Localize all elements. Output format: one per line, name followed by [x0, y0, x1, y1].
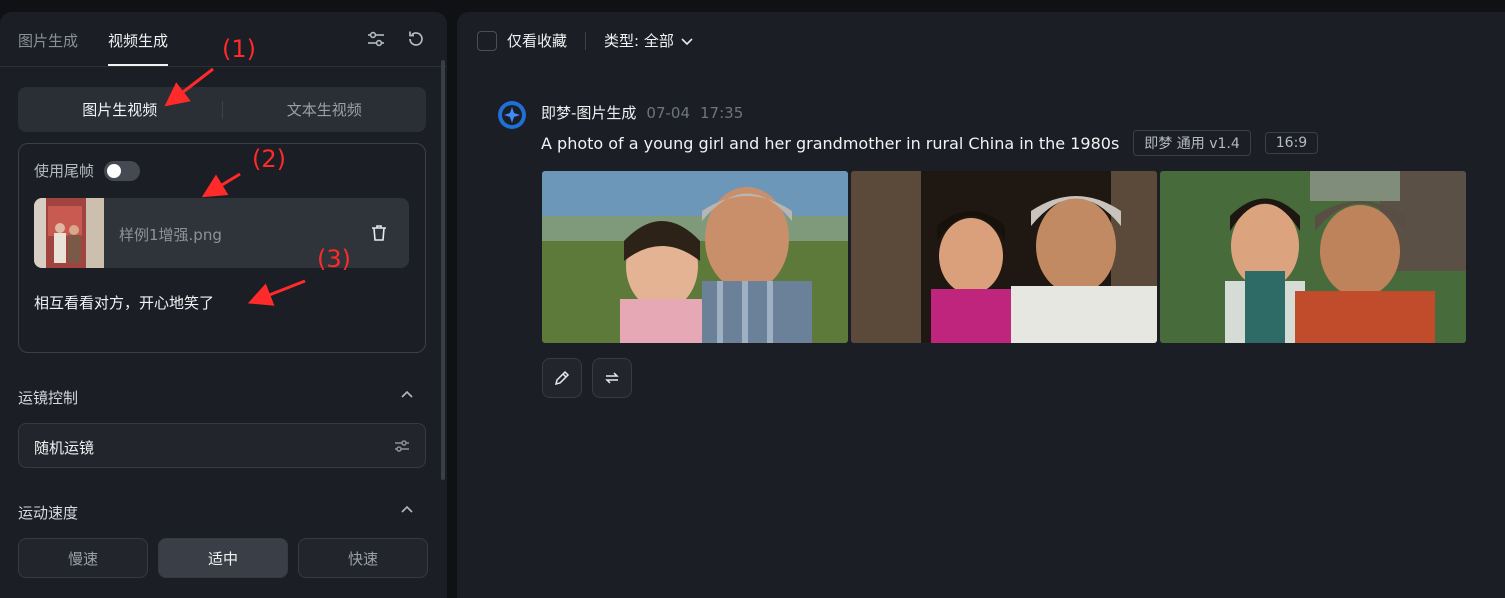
app-logo-icon [498, 101, 526, 129]
edit-button[interactable] [542, 358, 582, 398]
chevron-up-icon[interactable] [399, 502, 415, 518]
speed-title: 运动速度 [18, 504, 79, 522]
generated-image[interactable] [1160, 171, 1466, 343]
uploaded-image-thumbnail [34, 198, 104, 268]
mode-switch: 图片生视频 文本生视频 [18, 87, 426, 132]
prompt-box: 使用尾帧 样例1增强.png 相互看看对方，开心地笑了 [18, 143, 426, 353]
chevron-up-icon[interactable] [399, 387, 415, 403]
photo-girl-grandmother-field [542, 171, 848, 343]
chevron-down-icon[interactable] [680, 34, 694, 48]
camera-select[interactable]: 随机运镜 [18, 423, 426, 468]
tail-frame-row: 使用尾帧 [34, 160, 141, 181]
generation-panel: 图片生成 视频生成 图片生视频 文本生视频 使用尾帧 样例1增强.png 相互看… [0, 12, 447, 598]
uploaded-file-name: 样例1增强.png [119, 226, 222, 244]
speed-slow-button[interactable]: 慢速 [18, 538, 148, 578]
reset-icon[interactable] [405, 28, 427, 50]
photo-girl-grandmother-doorway [851, 171, 1157, 343]
refresh-arrows-icon [605, 372, 619, 384]
sliders-icon[interactable] [393, 437, 411, 455]
filter-separator [585, 31, 587, 50]
model-badge: 即梦 通用 v1.4 [1133, 130, 1251, 156]
message-time: 17:35 [700, 104, 744, 122]
pencil-icon [554, 370, 570, 386]
filter-bar: 仅看收藏 类型: 全部 [477, 30, 694, 51]
favorites-label[interactable]: 仅看收藏 [507, 30, 567, 51]
image-gallery [542, 171, 1466, 343]
message-date: 07-04 [646, 104, 691, 122]
uploaded-image-card: 样例1增强.png [34, 198, 409, 268]
annotation-label-2: (2) [252, 145, 286, 173]
panel-tools [365, 28, 427, 50]
tail-frame-label: 使用尾帧 [34, 162, 95, 180]
prompt-text[interactable]: 相互看看对方，开心地笑了 [34, 292, 214, 313]
toggle-knob [107, 163, 122, 178]
annotation-label-1: (1) [222, 35, 256, 63]
favorites-checkbox[interactable] [477, 30, 497, 51]
mode-text-to-video[interactable]: 文本生视频 [223, 99, 427, 120]
speed-fast-button[interactable]: 快速 [298, 538, 428, 578]
message-source: 即梦-图片生成 [541, 104, 637, 122]
message-header: 即梦-图片生成 07-04 17:35 [541, 102, 743, 123]
mode-image-to-video[interactable]: 图片生视频 [18, 99, 222, 120]
trash-icon[interactable] [369, 223, 389, 243]
settings-sliders-icon[interactable] [365, 28, 387, 50]
generated-image[interactable] [542, 171, 848, 343]
message-prompt: A photo of a young girl and her grandmot… [541, 133, 1120, 153]
message-prompt-row: A photo of a young girl and her grandmot… [541, 130, 1319, 156]
panel-scrollbar[interactable] [441, 60, 445, 480]
photo-girl-grandmother-village [1160, 171, 1466, 343]
type-filter[interactable]: 类型: 全部 [604, 30, 674, 51]
regenerate-button[interactable] [592, 358, 632, 398]
speed-options: 慢速 适中 快速 [18, 538, 428, 578]
speed-medium-button[interactable]: 适中 [158, 538, 288, 578]
ratio-badge: 16:9 [1264, 132, 1319, 154]
tab-video-generation[interactable]: 视频生成 [108, 30, 169, 66]
results-area: 仅看收藏 类型: 全部 即梦-图片生成 07-04 17:35 A photo … [457, 12, 1505, 598]
camera-control-title: 运镜控制 [18, 389, 79, 407]
tab-image-generation[interactable]: 图片生成 [18, 30, 78, 66]
top-tabs: 图片生成 视频生成 [18, 30, 169, 66]
annotation-label-3: (3) [317, 245, 351, 273]
panel-divider [0, 66, 447, 67]
camera-value: 随机运镜 [34, 439, 95, 457]
generated-image[interactable] [851, 171, 1157, 343]
image-actions [542, 358, 632, 398]
tail-frame-toggle[interactable] [104, 160, 141, 181]
